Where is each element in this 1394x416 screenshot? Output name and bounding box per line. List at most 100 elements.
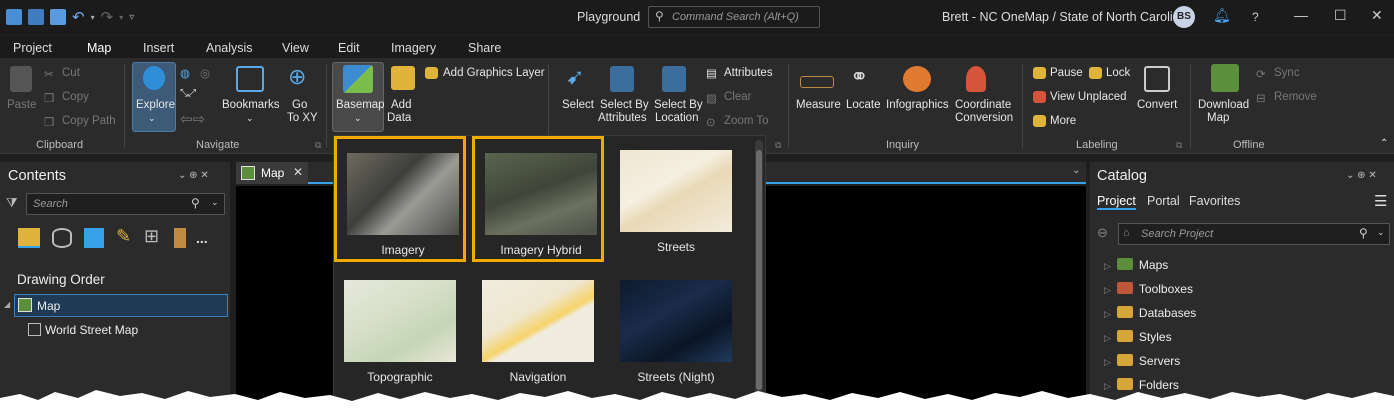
tab-edit[interactable]: Edit [338, 38, 360, 58]
cut-button[interactable]: Cut [62, 67, 80, 79]
undo-icon[interactable]: ↶ [72, 8, 85, 26]
back-icon[interactable]: ⊖ [1097, 225, 1108, 241]
add-data-button[interactable]: Data [387, 112, 411, 125]
tab-analysis[interactable]: Analysis [206, 38, 253, 58]
select-by-location-button[interactable]: Location [655, 112, 698, 125]
catalog-tab-project[interactable]: Project [1097, 194, 1136, 210]
tab-map[interactable]: Map [87, 38, 112, 60]
command-search-input[interactable]: ⚲ Command Search (Alt+Q) [648, 6, 820, 28]
coordinate-conversion-button[interactable]: Conversion [955, 112, 1013, 125]
expand-triangle-icon[interactable]: ▷ [1104, 357, 1111, 367]
list-by-editing-icon[interactable]: ✎ [116, 226, 131, 247]
catalog-item-styles[interactable]: ▷ Styles [1104, 330, 1172, 344]
collapse-triangle-icon[interactable]: ◢ [4, 300, 10, 309]
pane-options-icon[interactable]: ⌄ ⊕ ✕ [1346, 170, 1377, 181]
add-graphics-layer-button[interactable]: Add Graphics Layer [443, 67, 545, 79]
basemap-card-navigation[interactable]: Navigation [472, 266, 604, 392]
full-extent-icon[interactable]: ⤡⤢ [180, 88, 196, 99]
pause-button[interactable]: Pause [1050, 67, 1083, 79]
select-by-attributes-button[interactable]: Attributes [598, 112, 647, 125]
redo-dropdown-icon[interactable]: ▾ [119, 13, 123, 22]
close-window-button[interactable]: ✕ [1371, 7, 1383, 24]
catalog-item-maps[interactable]: ▷ Maps [1104, 258, 1168, 272]
list-by-source-icon[interactable] [52, 228, 72, 248]
collapse-ribbon-icon[interactable]: ⌃ [1380, 138, 1388, 149]
measure-button[interactable]: Measure [796, 99, 841, 112]
tab-view[interactable]: View [282, 38, 309, 58]
user-portal-label[interactable]: Brett - NC OneMap / State of North Carol… [942, 10, 1187, 24]
gallery-scrollbar[interactable] [755, 140, 763, 416]
tab-insert[interactable]: Insert [143, 38, 174, 58]
basemap-card-imagery[interactable]: Imagery [334, 136, 466, 262]
tab-imagery[interactable]: Imagery [391, 38, 436, 58]
go-to-xy-button[interactable]: To XY [287, 112, 318, 125]
layer-visibility-checkbox[interactable] [28, 323, 41, 336]
tab-share[interactable]: Share [468, 38, 501, 58]
user-avatar[interactable]: BS [1173, 6, 1195, 28]
list-by-snapping-icon[interactable]: ⊞ [144, 226, 159, 247]
undo-dropdown-icon[interactable]: ▾ [91, 13, 95, 22]
catalog-item-databases[interactable]: ▷ Databases [1104, 306, 1196, 320]
expand-triangle-icon[interactable]: ▷ [1104, 333, 1111, 343]
hamburger-menu-icon[interactable]: ☰ [1374, 192, 1387, 210]
catalog-search-input[interactable]: ⌂ Search Project ⚲ ⌄ [1118, 223, 1390, 245]
list-by-drawing-order-icon[interactable] [18, 228, 40, 248]
download-map-button[interactable]: Map [1207, 112, 1229, 125]
globe-icon[interactable]: ◍ [180, 66, 190, 80]
clear-selection-button[interactable]: Clear [724, 91, 751, 103]
zoom-to-selection-button[interactable]: Zoom To [724, 115, 769, 127]
filter-icon[interactable]: ⧩ [6, 195, 18, 211]
customize-toolbar-icon[interactable]: ▿ [129, 12, 134, 23]
infographics-button[interactable]: Infographics [886, 99, 949, 112]
open-project-icon[interactable] [28, 9, 44, 25]
dialog-launcher-icon[interactable]: ⧉ [1176, 140, 1182, 151]
contents-search-input[interactable]: Search ⚲ ⌄ [26, 193, 225, 215]
scrollbar-thumb[interactable] [756, 150, 762, 390]
list-by-labeling-icon[interactable] [174, 228, 186, 248]
pane-options-icon[interactable]: ⌄ ⊕ ✕ [178, 170, 209, 181]
lock-button[interactable]: Lock [1106, 67, 1130, 79]
dialog-launcher-icon[interactable]: ⧉ [315, 140, 321, 151]
fixed-zoom-icon[interactable]: ◎ [200, 66, 210, 80]
basemap-card-streets-night[interactable]: Streets (Night) [610, 266, 742, 392]
basemap-card-topographic[interactable]: Topographic [334, 266, 466, 392]
catalog-item-servers[interactable]: ▷ Servers [1104, 354, 1180, 368]
maximize-button[interactable]: ☐ [1334, 7, 1347, 24]
new-project-icon[interactable] [6, 9, 22, 25]
more-button[interactable]: More [1050, 115, 1076, 127]
locate-button[interactable]: Locate [846, 99, 881, 112]
copy-path-button[interactable]: Copy Path [62, 115, 116, 127]
help-button[interactable]: ? [1252, 10, 1259, 24]
convert-button[interactable]: Convert [1137, 99, 1177, 112]
attributes-button[interactable]: Attributes [724, 67, 773, 79]
save-icon[interactable] [50, 9, 66, 25]
paste-button[interactable]: Paste [7, 99, 36, 112]
expand-triangle-icon[interactable]: ▷ [1104, 261, 1111, 271]
basemap-card-imagery-hybrid[interactable]: Imagery Hybrid [472, 136, 604, 262]
sync-button[interactable]: Sync [1274, 67, 1300, 79]
expand-triangle-icon[interactable]: ▷ [1104, 285, 1111, 295]
convert-icon [1144, 66, 1170, 92]
close-tab-icon[interactable]: ✕ [293, 165, 303, 179]
map-layer-row[interactable]: Map [14, 294, 228, 317]
minimize-button[interactable]: — [1294, 7, 1308, 23]
basemap-card-streets[interactable]: Streets [610, 136, 742, 262]
bookmarks-button[interactable]: Bookmarks [222, 99, 280, 112]
map-view-tab[interactable]: Map ✕ [236, 162, 308, 184]
list-by-selection-icon[interactable] [84, 228, 104, 248]
notifications-icon[interactable]: 🔔︎ [1213, 7, 1231, 24]
chevron-down-icon[interactable]: ⌄ [1072, 165, 1080, 176]
expand-triangle-icon[interactable]: ▷ [1104, 309, 1111, 319]
view-unplaced-button[interactable]: View Unplaced [1050, 91, 1127, 103]
catalog-item-toolboxes[interactable]: ▷ Toolboxes [1104, 282, 1193, 296]
tab-project[interactable]: Project [13, 38, 52, 58]
remove-button[interactable]: Remove [1274, 91, 1317, 103]
catalog-tab-portal[interactable]: Portal [1147, 194, 1180, 208]
previous-extent-icon[interactable]: ⇦⇨ [180, 110, 205, 128]
redo-icon[interactable]: ↷ [101, 8, 114, 26]
dialog-launcher-icon[interactable]: ⧉ [775, 140, 781, 151]
copy-button[interactable]: Copy [62, 91, 89, 103]
more-options-button[interactable]: ... [196, 230, 208, 246]
catalog-tab-favorites[interactable]: Favorites [1189, 194, 1240, 208]
select-button[interactable]: Select [562, 99, 594, 112]
